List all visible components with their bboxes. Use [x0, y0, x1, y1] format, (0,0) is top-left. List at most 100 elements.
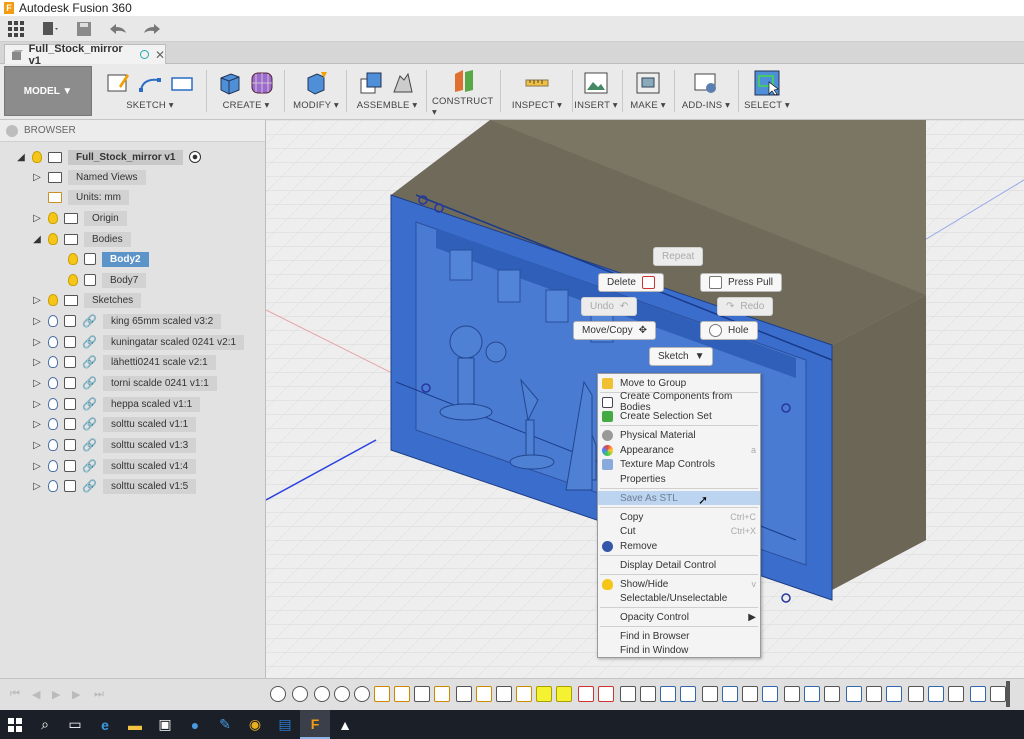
- visibility-bulb-icon[interactable]: [48, 212, 58, 224]
- step-back-icon[interactable]: ◀: [32, 688, 40, 701]
- timeline-component-feature[interactable]: [722, 686, 738, 702]
- browser-root[interactable]: ◢ Full_Stock_mirror v1: [16, 148, 202, 166]
- timeline-feature[interactable]: [948, 686, 964, 702]
- timeline-feature[interactable]: [990, 686, 1006, 702]
- toolbar-group-add-ins[interactable]: ADD-INS ▾: [678, 66, 734, 118]
- timeline-marker[interactable]: [1006, 681, 1010, 707]
- select-icon[interactable]: [754, 70, 780, 96]
- timeline-extrude-feature[interactable]: [374, 686, 390, 702]
- press-pull-menu-item[interactable]: Press Pull: [700, 273, 783, 292]
- menu-item-show-hide[interactable]: Show/Hide v: [598, 577, 760, 591]
- visibility-bulb-icon[interactable]: [48, 336, 58, 348]
- remote-desktop-icon[interactable]: ▤: [270, 710, 300, 739]
- timeline-sketch-feature[interactable]: [292, 686, 308, 702]
- timeline-component-feature[interactable]: [886, 686, 902, 702]
- menu-item-selectable[interactable]: Selectable/Unselectable: [598, 591, 760, 605]
- activate-radio-icon[interactable]: [189, 151, 202, 163]
- timeline-selected-feature[interactable]: [556, 686, 572, 702]
- browser-item-sketches[interactable]: ▷ Sketches: [32, 291, 142, 309]
- expand-triangle-icon[interactable]: ▷: [32, 172, 42, 183]
- line-icon[interactable]: [137, 70, 163, 96]
- data-panel-grid-icon[interactable]: [6, 19, 26, 39]
- undo-menu-item[interactable]: Undo ↶: [581, 297, 638, 316]
- collapse-triangle-icon[interactable]: ◢: [16, 152, 26, 163]
- browser-item-component[interactable]: ▷ 🔗 solttu scaled v1:5: [32, 477, 197, 495]
- move-copy-menu-item[interactable]: Move/Copy ✥: [573, 321, 656, 340]
- collapse-triangle-icon[interactable]: ◢: [32, 234, 42, 245]
- timeline-component-feature[interactable]: [970, 686, 986, 702]
- timeline-remove-feature[interactable]: [578, 686, 594, 702]
- browser-item-component[interactable]: ▷ 🔗 solttu scaled v1:4: [32, 457, 197, 475]
- toolbar-group-inspect[interactable]: INSPECT ▾: [506, 66, 568, 118]
- app-icon[interactable]: ●: [180, 710, 210, 739]
- menu-item-copy[interactable]: Copy Ctrl+C: [598, 510, 760, 524]
- expand-triangle-icon[interactable]: ▷: [32, 213, 42, 224]
- step-forward-icon[interactable]: ▶: [72, 688, 80, 701]
- timeline-sketch-feature[interactable]: [334, 686, 350, 702]
- menu-item-move-to-group[interactable]: Move to Group: [598, 376, 760, 390]
- visibility-bulb-icon[interactable]: [48, 398, 58, 410]
- timeline-feature[interactable]: [824, 686, 840, 702]
- visibility-bulb-icon[interactable]: [48, 480, 58, 492]
- joint-icon[interactable]: [390, 70, 416, 96]
- browser-item-component[interactable]: ▷ 🔗 heppa scaled v1:1: [32, 395, 201, 413]
- visibility-bulb-icon[interactable]: [48, 233, 58, 245]
- browser-item-component[interactable]: ▷ 🔗 solttu scaled v1:3: [32, 436, 197, 454]
- browser-item-component[interactable]: ▷ 🔗 lähetti0241 scale v2:1: [32, 353, 216, 371]
- timeline-component-feature[interactable]: [846, 686, 862, 702]
- chrome-icon[interactable]: ◉: [240, 710, 270, 739]
- workspace-switcher[interactable]: MODEL ▼: [4, 66, 92, 116]
- menu-item-find-in-browser[interactable]: Find in Browser: [598, 629, 760, 643]
- redo-icon[interactable]: [142, 19, 162, 39]
- offset-plane-icon[interactable]: [451, 68, 477, 94]
- play-icon[interactable]: ▶: [52, 688, 60, 701]
- visibility-bulb-icon[interactable]: [48, 418, 58, 430]
- timeline-feature[interactable]: [866, 686, 882, 702]
- measure-icon[interactable]: [524, 70, 550, 96]
- form-sphere-icon[interactable]: [249, 70, 275, 96]
- timeline-feature[interactable]: [784, 686, 800, 702]
- go-to-end-icon[interactable]: ⏭: [94, 688, 104, 701]
- timeline-feature[interactable]: [702, 686, 718, 702]
- browser-item-named-views[interactable]: ▷ Named Views: [32, 168, 146, 186]
- browser-header[interactable]: BROWSER: [0, 120, 265, 142]
- browser-item-component[interactable]: ▷ 🔗 solttu scaled v1:1: [32, 415, 197, 433]
- new-component-icon[interactable]: [358, 70, 384, 96]
- browser-item-bodies[interactable]: ◢ Bodies: [32, 230, 131, 248]
- timeline-feature[interactable]: [456, 686, 472, 702]
- toolbar-group-create[interactable]: CREATE ▾: [212, 66, 280, 118]
- browser-item-component[interactable]: ▷ 🔗 torni scalde 0241 v1:1: [32, 374, 217, 392]
- expand-triangle-icon[interactable]: ▷: [32, 419, 42, 430]
- sketch-menu-item[interactable]: Sketch ▼: [649, 347, 714, 366]
- 3d-print-icon[interactable]: [635, 70, 661, 96]
- visibility-bulb-icon[interactable]: [48, 315, 58, 327]
- timeline-extrude-feature[interactable]: [394, 686, 410, 702]
- edge-browser-icon[interactable]: e: [90, 710, 120, 739]
- expand-triangle-icon[interactable]: ▷: [32, 440, 42, 451]
- document-tab[interactable]: Full_Stock_mirror v1 ✕: [4, 43, 166, 67]
- timeline-sketch-feature[interactable]: [314, 686, 330, 702]
- timeline-remove-feature[interactable]: [598, 686, 614, 702]
- expand-triangle-icon[interactable]: ▷: [32, 461, 42, 472]
- browser-item-origin[interactable]: ▷ Origin: [32, 209, 127, 227]
- timeline-feature[interactable]: [908, 686, 924, 702]
- browser-item-component[interactable]: ▷ 🔗 kuningatar scaled 0241 v2:1: [32, 333, 245, 351]
- windows-start-icon[interactable]: [0, 710, 30, 739]
- collapse-browser-icon[interactable]: [6, 124, 18, 137]
- search-icon[interactable]: ⌕: [30, 710, 60, 739]
- expand-triangle-icon[interactable]: ▷: [32, 378, 42, 389]
- visibility-bulb-icon[interactable]: [48, 377, 58, 389]
- menu-item-remove[interactable]: Remove: [598, 539, 760, 553]
- store-icon[interactable]: ▣: [150, 710, 180, 739]
- timeline-extrude-feature[interactable]: [434, 686, 450, 702]
- task-view-icon[interactable]: ▭: [60, 710, 90, 739]
- menu-item-texture-map-controls[interactable]: Texture Map Controls: [598, 457, 760, 471]
- menu-item-save-as-stl[interactable]: Save As STL ➚: [598, 491, 760, 507]
- visibility-bulb-icon[interactable]: [68, 274, 78, 286]
- visibility-bulb-icon[interactable]: [48, 356, 58, 368]
- hole-menu-item[interactable]: Hole: [700, 321, 758, 340]
- timeline-feature[interactable]: [742, 686, 758, 702]
- timeline-component-feature[interactable]: [660, 686, 676, 702]
- menu-item-physical-material[interactable]: Physical Material: [598, 428, 760, 442]
- extrude-box-icon[interactable]: [217, 70, 243, 96]
